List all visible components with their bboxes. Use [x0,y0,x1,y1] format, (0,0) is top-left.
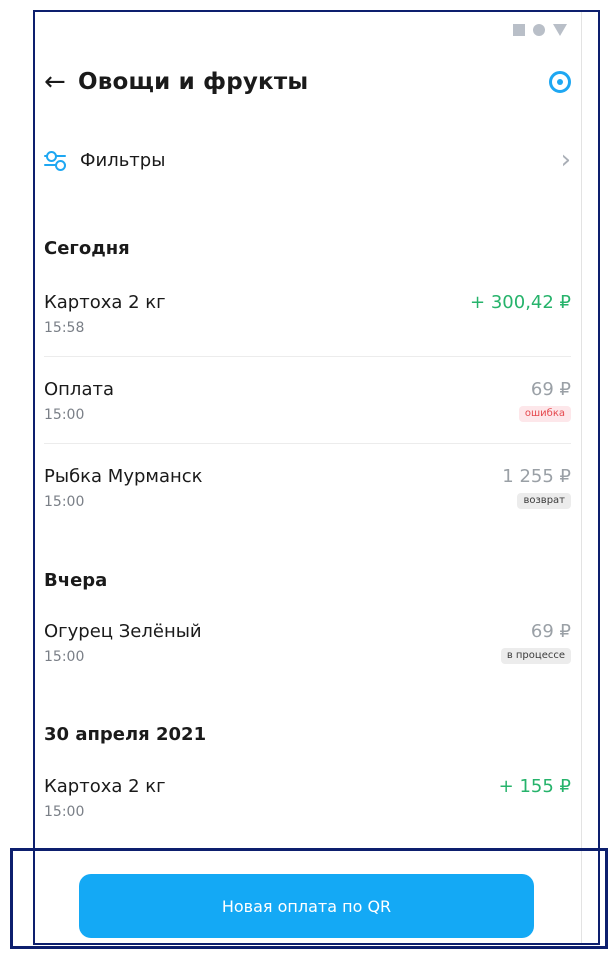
filters-label: Фильтры [80,149,166,171]
transaction-name: Оплата [44,379,114,400]
wifi-icon [533,24,545,36]
status-badge-processing: в процессе [500,648,571,664]
chevron-right-icon: › [560,145,571,175]
section-title-today: Сегодня [44,238,130,259]
filters-row[interactable]: Фильтры › [44,140,571,180]
settings-icon[interactable] [549,71,571,93]
transaction-time: 15:00 [44,494,85,510]
transaction-amount: 69 ₽ [530,621,571,642]
page-title: Овощи и фрукты [78,69,309,95]
filters-icon [44,151,66,171]
transaction-time: 15:00 [44,649,85,665]
transaction-name: Картоха 2 кг [44,776,166,797]
transaction-time: 15:00 [44,407,85,423]
transaction-name: Картоха 2 кг [44,292,166,313]
section-title-date: 30 апреля 2021 [44,724,207,745]
transaction-row[interactable]: Оплата 15:00 69 ₽ ошибка [44,379,571,444]
transaction-time: 15:58 [44,320,85,336]
settings-icon-core [557,79,563,85]
transaction-name: Огурец Зелёный [44,621,202,642]
header: ← Овощи и фрукты [44,62,571,102]
back-button[interactable]: ← [44,69,78,95]
transaction-row[interactable]: Огурец Зелёный 15:00 69 ₽ в процессе [44,621,571,685]
new-qr-payment-button[interactable]: Новая оплата по QR [79,874,534,938]
transaction-time: 15:00 [44,804,85,820]
transaction-row[interactable]: Картоха 2 кг 15:58 + 300,42 ₽ [44,292,571,357]
transaction-amount: + 155 ₽ [498,776,571,797]
signal-icon [513,24,525,36]
transaction-row[interactable]: Рыбка Мурманск 15:00 1 255 ₽ возврат [44,466,571,530]
transaction-amount: 1 255 ₽ [502,466,571,487]
status-badge-error: ошибка [518,406,571,422]
status-badge-refund: возврат [517,493,571,509]
status-bar [513,24,567,36]
transaction-amount: 69 ₽ [530,379,571,400]
section-title-yesterday: Вчера [44,570,108,591]
transaction-row[interactable]: Картоха 2 кг 15:00 + 155 ₽ [44,776,571,840]
transaction-amount: + 300,42 ₽ [470,292,571,313]
transaction-name: Рыбка Мурманск [44,466,203,487]
battery-icon [553,24,567,36]
